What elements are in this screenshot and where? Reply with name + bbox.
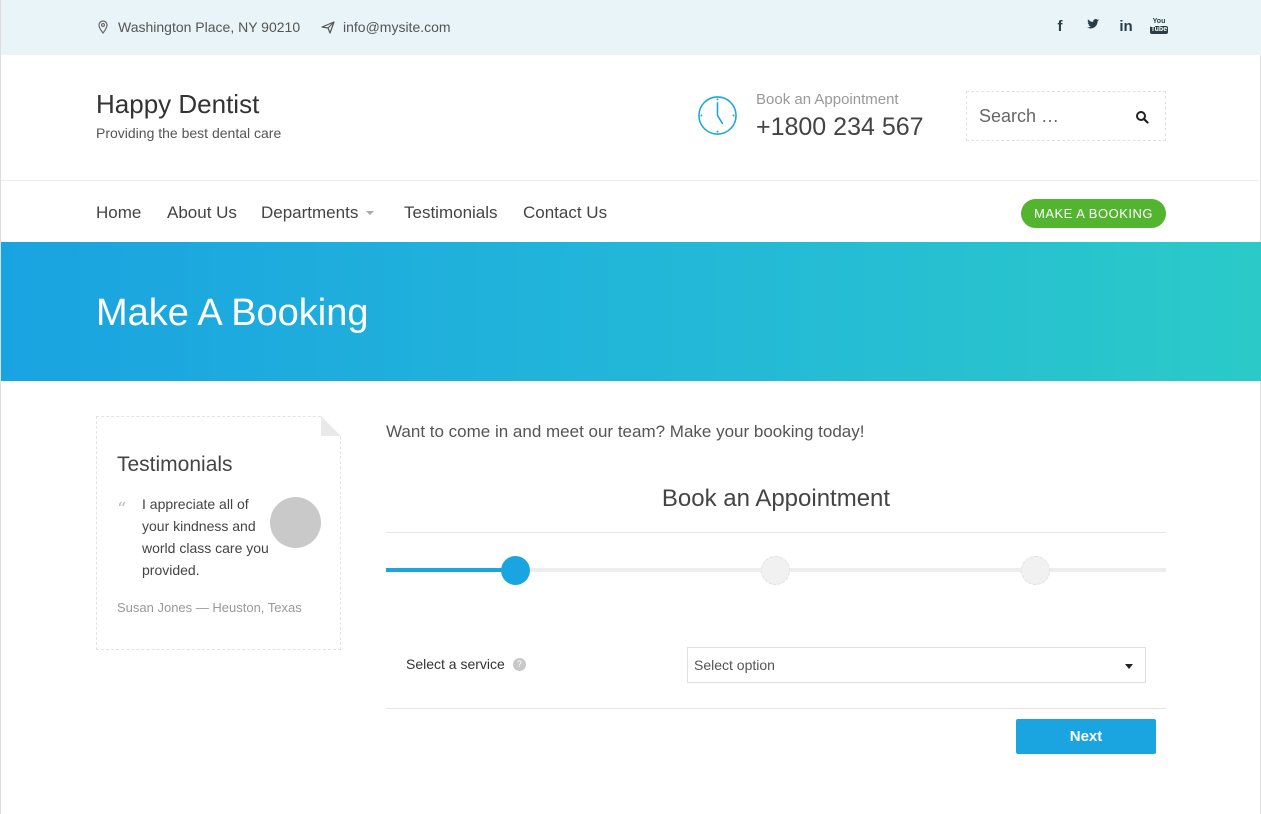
make-booking-button[interactable]: MAKE A BOOKING — [1021, 199, 1166, 228]
testimonial-author: Susan Jones — Heuston, Texas — [117, 600, 302, 615]
help-icon[interactable]: ? — [512, 657, 526, 671]
step-1-indicator — [501, 556, 530, 585]
social-links: f in You Tube — [1051, 17, 1168, 35]
intro-text: Want to come in and meet our team? Make … — [386, 422, 865, 441]
address-text: Washington Place, NY 90210 — [118, 19, 301, 35]
email-item[interactable]: info@mysite.com — [321, 19, 451, 35]
site-header: Happy Dentist Providing the best dental … — [1, 55, 1261, 181]
linkedin-icon[interactable]: in — [1117, 18, 1135, 35]
nav-about-us-label: About Us — [167, 203, 237, 222]
youtube-icon[interactable]: You Tube — [1150, 18, 1168, 34]
form-title: Book an Appointment — [661, 485, 891, 512]
site-title[interactable]: Happy Dentist — [96, 89, 259, 120]
progress-fill — [386, 568, 516, 572]
nav-home-label: Home — [96, 203, 142, 222]
nav-departments-label: Departments — [261, 203, 359, 222]
search-box — [966, 91, 1166, 141]
search-icon[interactable] — [1135, 110, 1149, 124]
nav-contact-us[interactable]: Contact Us — [523, 203, 607, 223]
paper-plane-icon — [321, 21, 335, 34]
service-select[interactable]: Select option — [687, 647, 1146, 683]
main-nav: Home About Us Departments Testimonials C… — [1, 181, 1261, 242]
address-item: Washington Place, NY 90210 — [96, 19, 300, 35]
email-link[interactable]: info@mysite.com — [343, 19, 451, 35]
appointment-label: Book an Appointment — [756, 91, 899, 108]
clock-icon — [698, 96, 737, 135]
step-3-indicator — [1021, 556, 1050, 585]
avatar — [270, 497, 321, 548]
nav-departments[interactable]: Departments — [261, 203, 375, 223]
step-2-indicator — [761, 556, 790, 585]
service-field-label: Select a service ? — [406, 656, 526, 672]
testimonials-heading: Testimonials — [117, 453, 233, 476]
divider — [386, 532, 1166, 533]
divider — [386, 708, 1166, 709]
site-tagline: Providing the best dental care — [96, 125, 282, 141]
twitter-icon[interactable] — [1084, 17, 1102, 35]
page-banner: Make A Booking — [1, 242, 1261, 381]
appointment-phone[interactable]: +1800 234 567 — [756, 113, 924, 142]
nav-testimonials[interactable]: Testimonials — [404, 203, 498, 223]
facebook-icon[interactable]: f — [1051, 18, 1069, 35]
map-pin-icon — [98, 20, 108, 34]
page-fold-decoration — [321, 416, 341, 436]
nav-contact-us-label: Contact Us — [523, 203, 608, 222]
service-label-text: Select a service — [406, 656, 505, 672]
testimonials-widget: Testimonials “ I appreciate all of your … — [96, 416, 341, 650]
nav-about-us[interactable]: About Us — [167, 203, 237, 223]
service-select-value: Select option — [694, 657, 775, 673]
testimonial-quote: I appreciate all of your kindness and wo… — [142, 496, 269, 578]
quote-icon: “ — [117, 499, 127, 520]
nav-home[interactable]: Home — [96, 203, 141, 223]
page-title: Make A Booking — [96, 292, 369, 334]
search-input[interactable] — [967, 92, 1127, 140]
top-bar: Washington Place, NY 90210 info@mysite.c… — [1, 0, 1261, 55]
next-button[interactable]: Next — [1016, 719, 1156, 754]
nav-testimonials-label: Testimonials — [404, 203, 498, 222]
dropdown-arrow-icon — [1125, 664, 1133, 669]
chevron-down-icon — [366, 211, 375, 215]
